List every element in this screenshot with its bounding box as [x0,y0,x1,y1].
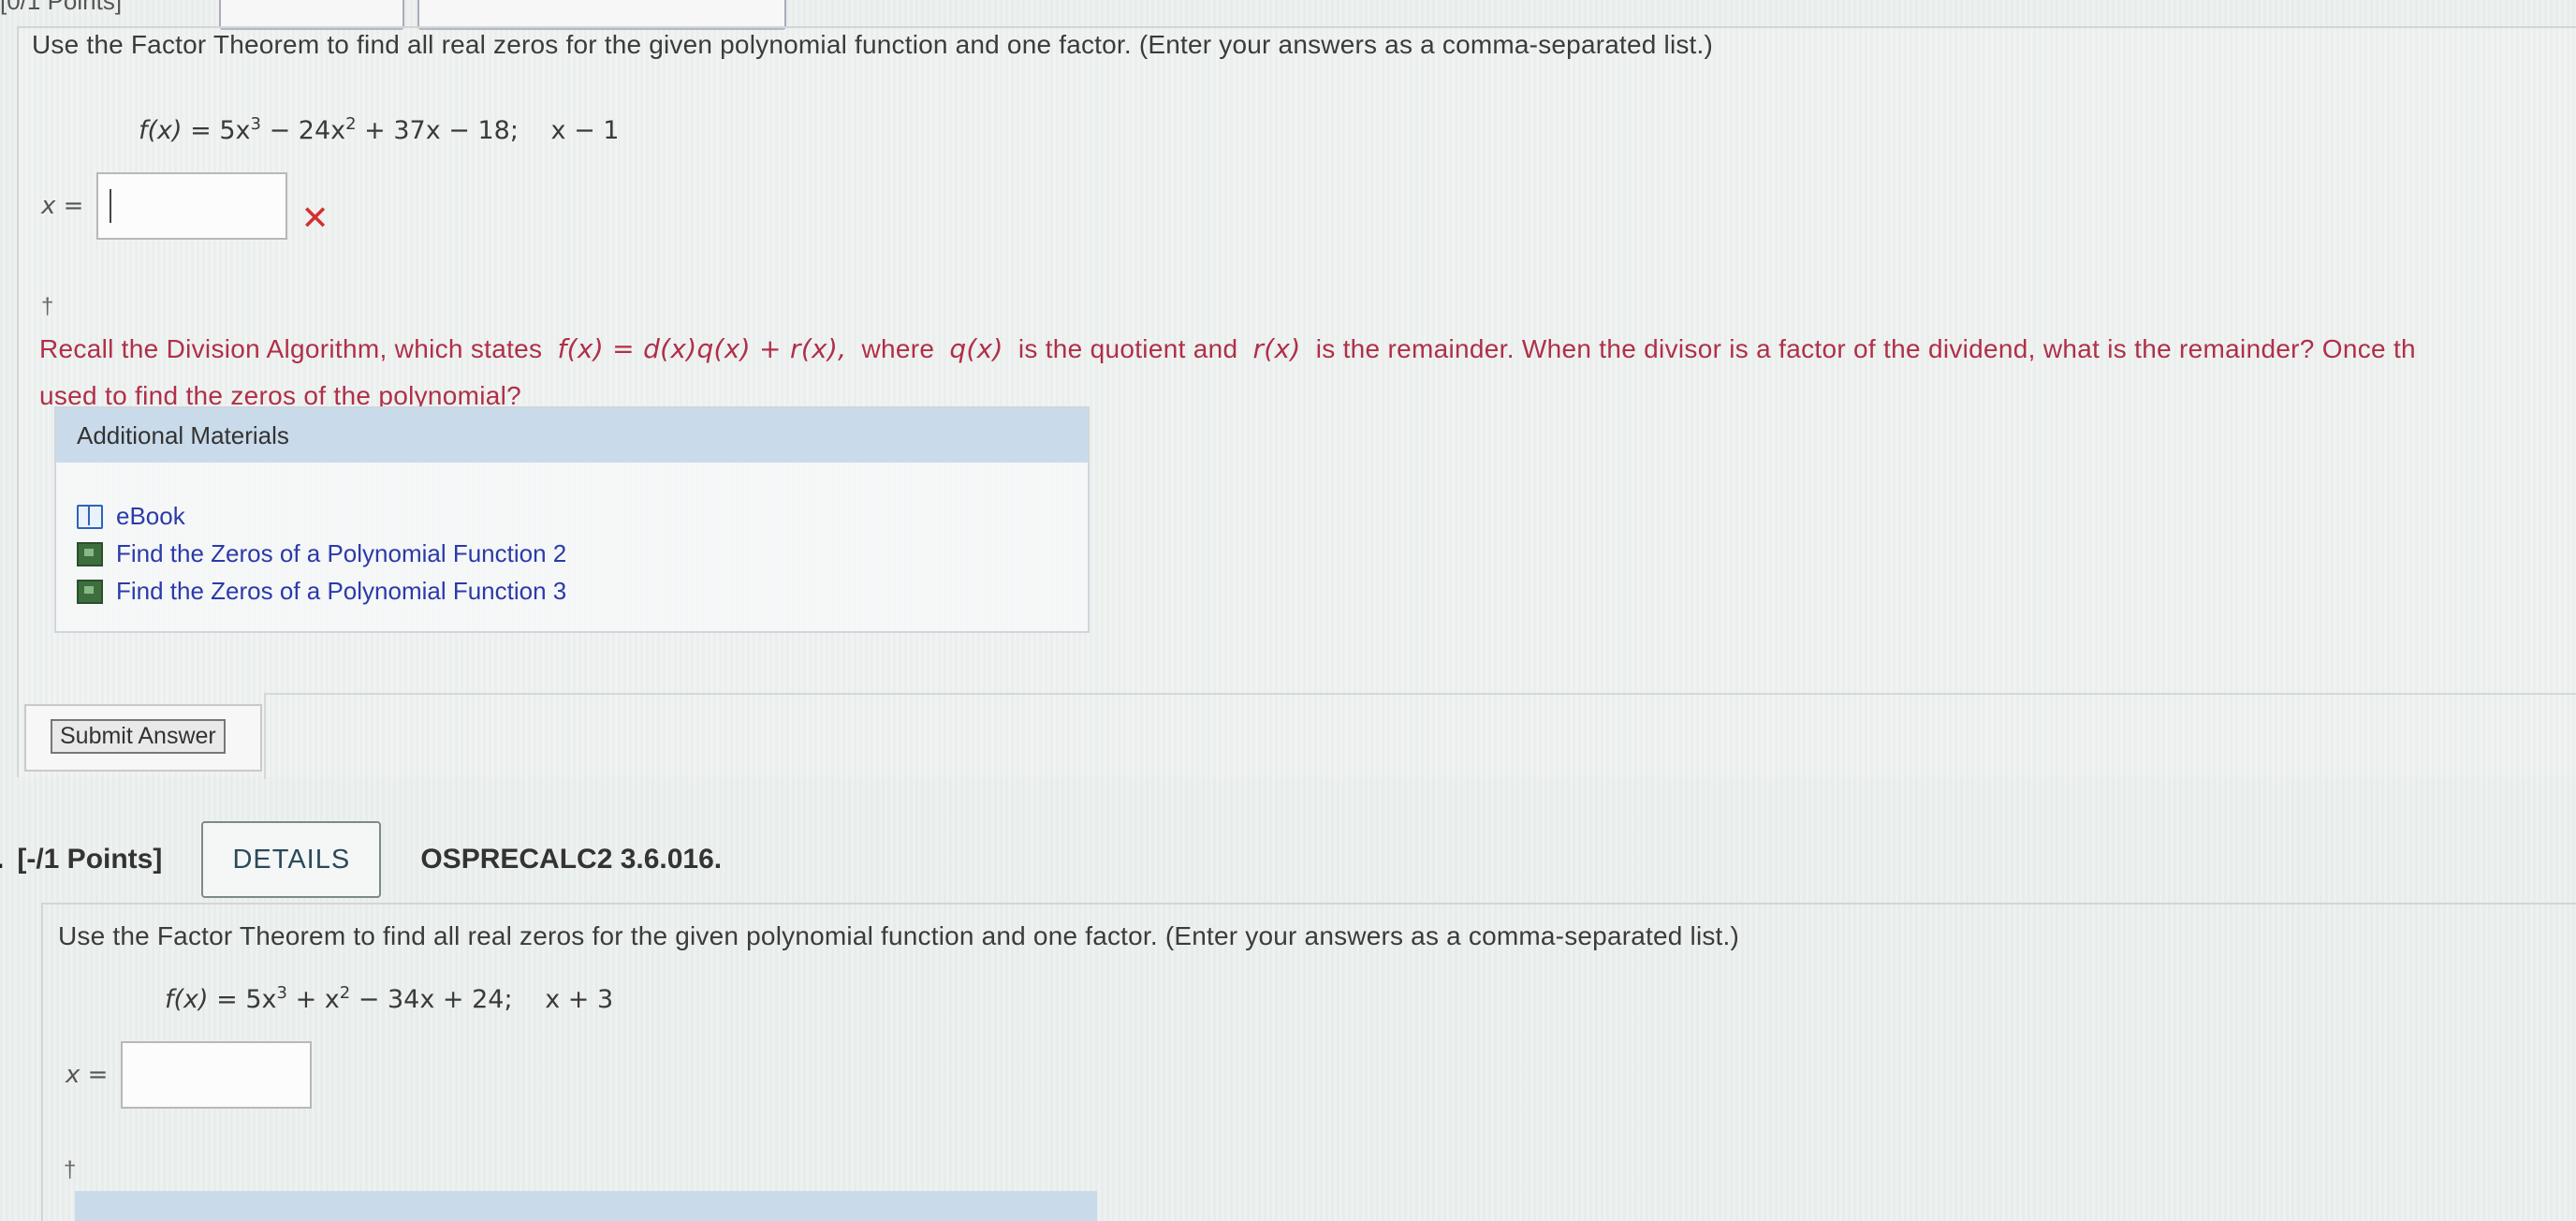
exponent-2: 2 [339,983,351,1003]
submit-area: Submit Answer [24,704,262,772]
submit-answer-button[interactable]: Submit Answer [51,719,226,754]
hint-dagger: † [64,1157,77,1183]
video-label-2: Find the Zeros of a Polynomial Function … [116,539,567,567]
function-term-3: − 34x + 24; [350,985,513,1014]
materials-header: Additional Materials [56,408,1088,463]
question-2-prompt: Use the Factor Theorem to find all real … [58,921,1740,950]
ebook-link[interactable]: eBook [77,502,185,531]
function-term-1: = 5x [190,116,251,145]
function-name: f(x) [139,116,183,145]
exponent-1: 3 [276,983,287,1003]
answer-label: x = [66,1061,109,1089]
additional-materials: Additional Materials eBook Find the Zero… [54,406,1090,633]
function-term-1: = 5x [216,985,277,1014]
submit-side-panel [264,693,2576,779]
function-term-2: − 24x [260,116,346,145]
hint-dagger: † [41,294,54,319]
function-term-3: + 37x − 18; [356,116,519,145]
previous-question-points: [0/1 Points] [0,0,123,15]
hint-q: q(x) [949,333,1003,364]
materials-header-clipped [75,1191,1097,1221]
hint-r: r(x) [1252,333,1301,364]
question-1-prompt: Use the Factor Theorem to find all real … [32,30,1714,59]
exponent-1: 3 [250,114,261,134]
page: [0/1 Points] Use the Factor Theorem to f… [0,0,2576,1221]
question-2-function: f(x) = 5x3 + x2 − 34x + 24; x + 3 [165,983,613,1014]
exponent-2: 2 [345,114,357,134]
given-factor: x + 3 [545,985,614,1014]
close-icon: ✕ [300,199,329,238]
video-icon [77,579,103,604]
hint-formula: f(x) = d(x)q(x) + r(x), [557,333,847,364]
details-button[interactable]: DETAILS [201,821,382,898]
book-icon [77,504,103,529]
question-1-answer-row: x = ✕ [41,172,329,240]
answer-input[interactable] [96,172,288,240]
answer-label: x = [41,192,84,220]
question-2-answer-row: x = [66,1041,313,1109]
function-term-2: + x [286,985,340,1014]
ebook-label: eBook [116,502,185,530]
text-caret [110,189,112,223]
video-link-3[interactable]: Find the Zeros of a Polynomial Function … [77,577,566,606]
video-link-2[interactable]: Find the Zeros of a Polynomial Function … [77,539,566,568]
question-points: [-/1 Points] [17,844,163,875]
question-number: . [0,844,4,875]
hint-where: where [861,334,935,363]
question-source: OSPRECALC2 3.6.016. [420,844,723,875]
video-label-3: Find the Zeros of a Polynomial Function … [116,577,567,605]
given-factor: x − 1 [550,116,620,145]
hint-quotient: is the quotient and [1017,334,1238,363]
hint-rest: is the remainder. When the divisor is a … [1315,334,2416,363]
question-1-function: f(x) = 5x3 − 24x2 + 37x − 18; x − 1 [139,114,619,145]
function-name: f(x) [165,985,209,1014]
hint-intro: Recall the Division Algorithm, which sta… [39,334,543,363]
answer-input[interactable] [121,1041,313,1109]
question-2-header: . [-/1 Points] DETAILS OSPRECALC2 3.6.01… [0,820,2576,899]
video-icon [77,541,103,566]
